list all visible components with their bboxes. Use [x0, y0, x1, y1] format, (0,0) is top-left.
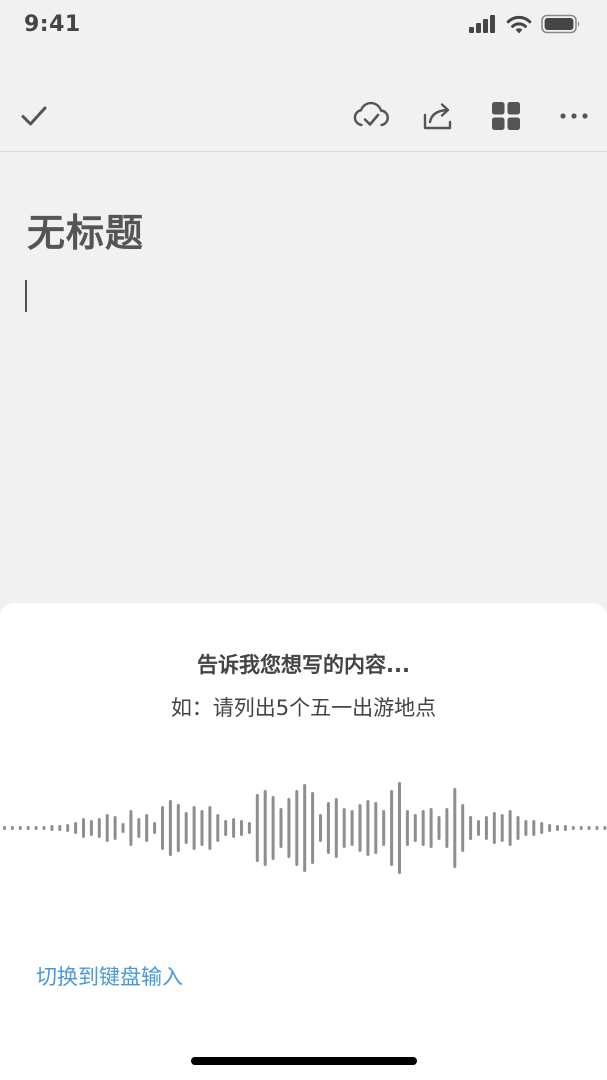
- grid-view-icon[interactable]: [486, 96, 526, 136]
- waveform-bar: [176, 804, 180, 852]
- waveform-bar: [232, 818, 236, 838]
- voice-example-hint: 如：请列出5个五一出游地点: [170, 696, 437, 720]
- waveform-bar: [129, 810, 133, 846]
- waveform-bar: [66, 824, 70, 832]
- waveform-bar: [579, 826, 583, 830]
- waveform-bar: [153, 822, 157, 834]
- cloud-sync-check-icon[interactable]: [351, 96, 391, 136]
- waveform-bar: [540, 822, 544, 834]
- status-icons: [469, 14, 581, 38]
- waveform-bar: [50, 825, 54, 831]
- status-time: 9:41: [24, 12, 81, 37]
- waveform-bar: [390, 790, 394, 866]
- waveform-bar: [508, 810, 512, 846]
- waveform-bar: [469, 816, 473, 840]
- waveform-bar: [240, 820, 243, 836]
- waveform-bar: [421, 810, 425, 846]
- waveform-bar: [287, 798, 291, 858]
- waveform-bar: [500, 814, 504, 842]
- waveform-bar: [358, 804, 362, 852]
- waveform-bar: [429, 808, 433, 848]
- more-options-icon[interactable]: [554, 96, 594, 136]
- waveform-bar: [137, 818, 141, 838]
- waveform-bar: [247, 822, 251, 834]
- waveform-bar: [437, 816, 441, 840]
- waveform-bar: [105, 814, 109, 842]
- waveform-bar: [319, 814, 322, 842]
- text-cursor[interactable]: [25, 280, 27, 312]
- waveform-bar: [382, 810, 386, 846]
- waveform-bar: [350, 810, 354, 846]
- waveform-bar: [168, 800, 172, 856]
- voice-waveform: [3, 782, 607, 874]
- waveform-bar: [492, 812, 496, 844]
- waveform-bar: [374, 802, 378, 854]
- waveform-bar: [255, 794, 259, 862]
- waveform-bar: [461, 804, 465, 852]
- waveform-bar: [18, 826, 22, 830]
- waveform-bar: [34, 826, 38, 830]
- waveform-bar: [587, 826, 591, 830]
- document-title[interactable]: 无标题: [27, 202, 144, 257]
- waveform-bar: [161, 806, 164, 850]
- waveform-bar: [192, 806, 196, 850]
- waveform-bar: [58, 825, 62, 831]
- waveform-bar: [295, 790, 299, 866]
- waveform-bar: [311, 792, 315, 864]
- voice-input-sheet: 告诉我您想写的内容... 如：请列出5个五一出游地点 切换到键盘输入: [0, 603, 607, 1080]
- status-bar: 9:41: [0, 0, 607, 52]
- toolbar-divider: [0, 151, 607, 152]
- waveform-bar: [413, 814, 417, 842]
- waveform-bar: [74, 822, 78, 834]
- waveform-bar: [548, 824, 552, 832]
- waveform-bar: [200, 810, 204, 846]
- waveform-bar: [184, 812, 188, 844]
- switch-to-keyboard-link[interactable]: 切换到键盘输入: [36, 961, 183, 991]
- waveform-bar: [279, 808, 283, 848]
- battery-icon: [541, 14, 581, 38]
- waveform-bar: [571, 826, 575, 830]
- waveform-bar: [532, 820, 536, 836]
- waveform-bar: [326, 802, 330, 854]
- waveform-bar: [121, 823, 125, 833]
- waveform-bar: [26, 826, 30, 830]
- waveform-bar: [263, 790, 267, 866]
- cellular-signal-icon: [469, 15, 497, 37]
- waveform-bar: [398, 782, 401, 874]
- waveform-bar: [556, 825, 559, 831]
- waveform-bar: [524, 820, 528, 836]
- home-indicator: [191, 1057, 417, 1065]
- waveform-bar: [10, 826, 14, 830]
- waveform-bar: [216, 814, 220, 842]
- waveform-bar: [595, 826, 599, 830]
- waveform-bar: [89, 820, 93, 836]
- wifi-icon: [506, 15, 532, 38]
- waveform-bar: [271, 796, 275, 860]
- waveform-bar: [3, 826, 6, 830]
- waveform-bar: [224, 820, 228, 836]
- waveform-bar: [603, 826, 607, 830]
- waveform-bar: [453, 788, 457, 868]
- checkmark-icon[interactable]: [14, 96, 54, 136]
- waveform-bar: [484, 816, 488, 840]
- waveform-bar: [366, 800, 370, 856]
- editor-toolbar: [0, 80, 607, 150]
- waveform-bar: [563, 825, 567, 831]
- share-icon[interactable]: [418, 96, 458, 136]
- waveform-bar: [334, 798, 338, 858]
- waveform-bar: [97, 818, 101, 838]
- voice-prompt: 告诉我您想写的内容...: [197, 653, 410, 677]
- waveform-bar: [42, 826, 46, 830]
- waveform-bar: [303, 784, 307, 872]
- waveform-bar: [477, 820, 480, 836]
- waveform-bar: [82, 818, 85, 838]
- waveform-bar: [145, 814, 149, 842]
- waveform-bar: [342, 808, 346, 848]
- waveform-bar: [405, 810, 409, 846]
- waveform-bar: [113, 816, 117, 840]
- waveform-bar: [516, 816, 520, 840]
- waveform-bar: [208, 806, 212, 850]
- waveform-bar: [445, 808, 449, 848]
